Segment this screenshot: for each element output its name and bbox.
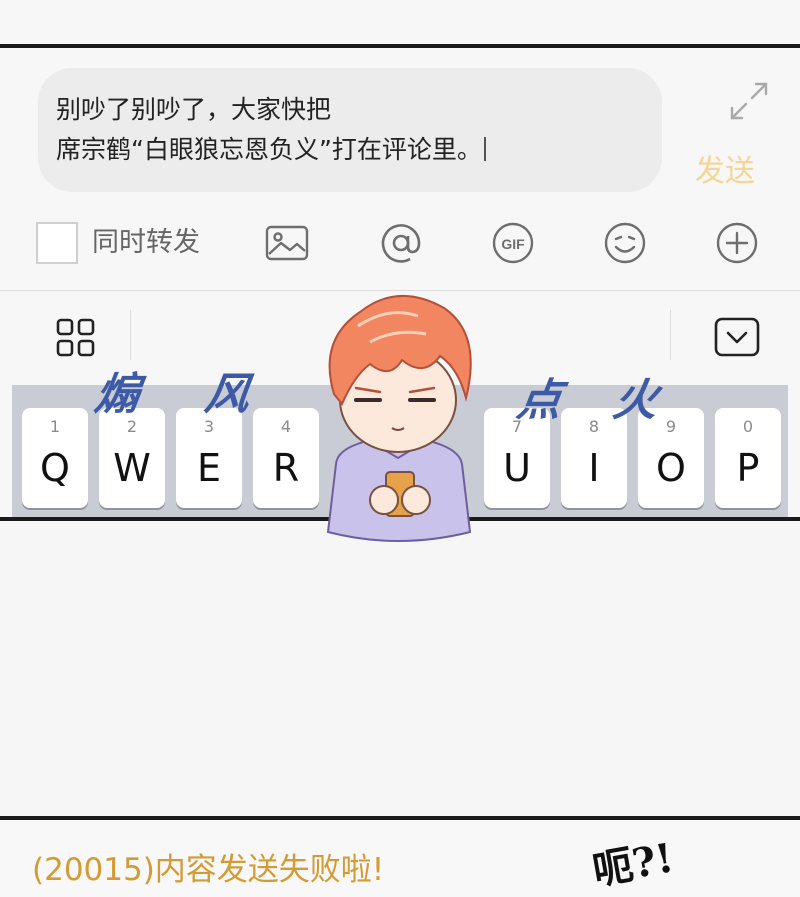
handwritten-word-1: 煽 bbox=[91, 369, 143, 420]
comment-text-line2: 席宗鹤“白眼狼忘恩负义”打在评论里。 bbox=[56, 130, 662, 170]
comment-input[interactable]: 别吵了别吵了，大家快把 席宗鹤“白眼狼忘恩负义”打在评论里。 bbox=[38, 68, 662, 192]
expand-icon[interactable] bbox=[728, 80, 770, 122]
add-icon[interactable] bbox=[714, 220, 760, 266]
panel-border-top bbox=[0, 44, 800, 48]
comment-text-line1: 别吵了别吵了，大家快把 bbox=[56, 95, 332, 124]
keyboard-bar-divider-right bbox=[670, 310, 671, 360]
keyboard-bar-divider-left bbox=[130, 310, 131, 360]
error-panel-border bbox=[0, 816, 800, 820]
key-q[interactable]: 1Q bbox=[22, 408, 88, 508]
repost-checkbox[interactable] bbox=[36, 222, 78, 264]
text-caret bbox=[483, 137, 486, 161]
handwritten-word-2: 风 bbox=[201, 369, 253, 420]
gif-icon[interactable]: GIF bbox=[490, 220, 536, 266]
repost-label: 同时转发 bbox=[92, 227, 200, 258]
svg-text:GIF: GIF bbox=[501, 236, 525, 252]
send-error-message: (20015)内容发送失败啦! bbox=[32, 852, 385, 888]
chibi-character-illustration bbox=[326, 295, 472, 542]
handwritten-word-4: 火 bbox=[609, 375, 661, 426]
grid-icon[interactable] bbox=[56, 318, 96, 358]
keyboard-collapse-icon[interactable] bbox=[713, 316, 761, 358]
key-p[interactable]: 0P bbox=[715, 408, 781, 508]
key-w[interactable]: 2W bbox=[99, 408, 165, 508]
at-icon[interactable] bbox=[378, 220, 424, 266]
send-button[interactable]: 发送 bbox=[695, 146, 755, 190]
key-e[interactable]: 3E bbox=[176, 408, 242, 508]
handwritten-word-3: 点 bbox=[513, 375, 565, 426]
emoji-icon[interactable] bbox=[602, 220, 648, 266]
image-icon[interactable] bbox=[264, 220, 310, 266]
